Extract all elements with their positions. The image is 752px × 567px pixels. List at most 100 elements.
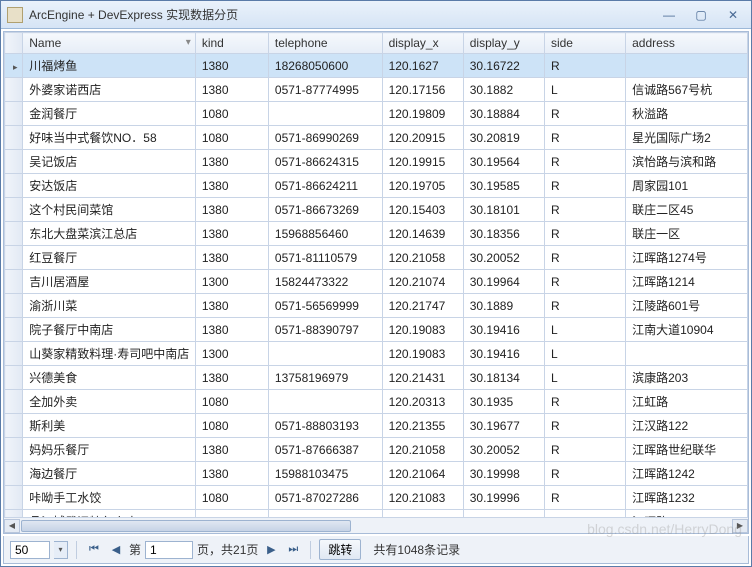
- cell-telephone[interactable]: 0571-86673269: [268, 198, 382, 222]
- cell-kind[interactable]: 1380: [195, 222, 268, 246]
- column-header-telephone[interactable]: telephone: [268, 33, 382, 54]
- cell-display_x[interactable]: 120.15403: [382, 198, 463, 222]
- cell-address[interactable]: 江南大道10904: [626, 318, 748, 342]
- cell-display_x[interactable]: 120.21747: [382, 294, 463, 318]
- cell-telephone[interactable]: 0571-87027286: [268, 486, 382, 510]
- column-header-display_y[interactable]: display_y: [463, 33, 544, 54]
- cell-address[interactable]: 江汉路122: [626, 414, 748, 438]
- cell-side[interactable]: R: [544, 54, 625, 78]
- cell-Name[interactable]: 川福烤鱼: [23, 54, 196, 78]
- cell-Name[interactable]: 金润餐厅: [23, 102, 196, 126]
- cell-display_x[interactable]: 120.17156: [382, 78, 463, 102]
- table-row[interactable]: 海边餐厅138015988103475120.2106430.19998R江晖路…: [5, 462, 748, 486]
- cell-kind[interactable]: 1380: [195, 78, 268, 102]
- table-row[interactable]: 斯利美10800571-88803193120.2135530.19677R江汉…: [5, 414, 748, 438]
- table-row[interactable]: 山葵家精致料理·寿司吧中南店1300120.1908330.19416L: [5, 342, 748, 366]
- cell-telephone[interactable]: [268, 342, 382, 366]
- page-size-dropdown[interactable]: ▾: [54, 541, 68, 559]
- table-row[interactable]: 品江城武汉特色小吃1080120.2108330.19988R江晖路1232: [5, 510, 748, 518]
- cell-side[interactable]: R: [544, 102, 625, 126]
- cell-telephone[interactable]: 0571-86624211: [268, 174, 382, 198]
- cell-Name[interactable]: 吴记饭店: [23, 150, 196, 174]
- cell-display_y[interactable]: 30.18356: [463, 222, 544, 246]
- cell-display_y[interactable]: 30.20052: [463, 438, 544, 462]
- cell-side[interactable]: R: [544, 510, 625, 518]
- cell-address[interactable]: 滨怡路与滨和路: [626, 150, 748, 174]
- cell-side[interactable]: R: [544, 486, 625, 510]
- table-row[interactable]: 这个村民间菜馆13800571-86673269120.1540330.1810…: [5, 198, 748, 222]
- cell-kind[interactable]: 1300: [195, 270, 268, 294]
- cell-telephone[interactable]: 0571-56569999: [268, 294, 382, 318]
- cell-display_y[interactable]: 30.19677: [463, 414, 544, 438]
- cell-side[interactable]: L: [544, 318, 625, 342]
- cell-Name[interactable]: 吉川居酒屋: [23, 270, 196, 294]
- column-header-side[interactable]: side: [544, 33, 625, 54]
- cell-display_y[interactable]: 30.19964: [463, 270, 544, 294]
- table-row[interactable]: 渝浙川菜13800571-56569999120.2174730.1889R江陵…: [5, 294, 748, 318]
- last-page-button[interactable]: ⏭: [284, 541, 302, 559]
- cell-kind[interactable]: 1380: [195, 438, 268, 462]
- cell-address[interactable]: 联庄一区: [626, 222, 748, 246]
- maximize-button[interactable]: ▢: [689, 6, 713, 24]
- cell-display_y[interactable]: 30.19988: [463, 510, 544, 518]
- prev-page-button[interactable]: ◀: [107, 541, 125, 559]
- cell-side[interactable]: R: [544, 126, 625, 150]
- cell-kind[interactable]: 1380: [195, 318, 268, 342]
- cell-telephone[interactable]: [268, 510, 382, 518]
- cell-display_y[interactable]: 30.19996: [463, 486, 544, 510]
- cell-display_y[interactable]: 30.18884: [463, 102, 544, 126]
- cell-display_x[interactable]: 120.19809: [382, 102, 463, 126]
- table-row[interactable]: 安达饭店13800571-86624211120.1970530.19585R周…: [5, 174, 748, 198]
- cell-telephone[interactable]: [268, 390, 382, 414]
- column-header-address[interactable]: address: [626, 33, 748, 54]
- cell-telephone[interactable]: 0571-81110579: [268, 246, 382, 270]
- cell-display_y[interactable]: 30.20052: [463, 246, 544, 270]
- cell-kind[interactable]: 1300: [195, 342, 268, 366]
- cell-Name[interactable]: 斯利美: [23, 414, 196, 438]
- cell-display_y[interactable]: 30.1935: [463, 390, 544, 414]
- cell-display_x[interactable]: 120.21064: [382, 462, 463, 486]
- cell-kind[interactable]: 1380: [195, 462, 268, 486]
- cell-kind[interactable]: 1080: [195, 126, 268, 150]
- horizontal-scrollbar[interactable]: ◀ ▶: [4, 517, 748, 533]
- minimize-button[interactable]: —: [657, 6, 681, 24]
- cell-address[interactable]: 秋溢路: [626, 102, 748, 126]
- cell-address[interactable]: [626, 54, 748, 78]
- cell-display_x[interactable]: 120.21083: [382, 486, 463, 510]
- cell-side[interactable]: R: [544, 294, 625, 318]
- cell-address[interactable]: 江晖路1214: [626, 270, 748, 294]
- cell-kind[interactable]: 1380: [195, 150, 268, 174]
- cell-telephone[interactable]: 15824473322: [268, 270, 382, 294]
- cell-display_x[interactable]: 120.21074: [382, 270, 463, 294]
- cell-address[interactable]: 江晖路1232: [626, 510, 748, 518]
- cell-display_x[interactable]: 120.20915: [382, 126, 463, 150]
- cell-display_y[interactable]: 30.20819: [463, 126, 544, 150]
- cell-address[interactable]: 江陵路601号: [626, 294, 748, 318]
- cell-display_x[interactable]: 120.1627: [382, 54, 463, 78]
- cell-Name[interactable]: 好味当中式餐饮NO．58: [23, 126, 196, 150]
- cell-Name[interactable]: 全加外卖: [23, 390, 196, 414]
- next-page-button[interactable]: ▶: [262, 541, 280, 559]
- cell-side[interactable]: R: [544, 198, 625, 222]
- cell-side[interactable]: R: [544, 222, 625, 246]
- column-header-kind[interactable]: kind: [195, 33, 268, 54]
- cell-kind[interactable]: 1380: [195, 366, 268, 390]
- cell-Name[interactable]: 渝浙川菜: [23, 294, 196, 318]
- cell-kind[interactable]: 1380: [195, 198, 268, 222]
- jump-button[interactable]: 跳转: [319, 539, 361, 560]
- table-row[interactable]: 妈妈乐餐厅13800571-87666387120.2105830.20052R…: [5, 438, 748, 462]
- cell-telephone[interactable]: 18268050600: [268, 54, 382, 78]
- cell-telephone[interactable]: 15988103475: [268, 462, 382, 486]
- cell-side[interactable]: R: [544, 438, 625, 462]
- table-row[interactable]: 川福烤鱼138018268050600120.162730.16722R: [5, 54, 748, 78]
- cell-Name[interactable]: 海边餐厅: [23, 462, 196, 486]
- cell-display_y[interactable]: 30.18134: [463, 366, 544, 390]
- cell-display_y[interactable]: 30.19564: [463, 150, 544, 174]
- cell-Name[interactable]: 东北大盘菜滨江总店: [23, 222, 196, 246]
- cell-kind[interactable]: 1080: [195, 414, 268, 438]
- cell-address[interactable]: [626, 342, 748, 366]
- cell-telephone[interactable]: 0571-87666387: [268, 438, 382, 462]
- cell-telephone[interactable]: 0571-88390797: [268, 318, 382, 342]
- column-header-display_x[interactable]: display_x: [382, 33, 463, 54]
- table-row[interactable]: 红豆餐厅13800571-81110579120.2105830.20052R江…: [5, 246, 748, 270]
